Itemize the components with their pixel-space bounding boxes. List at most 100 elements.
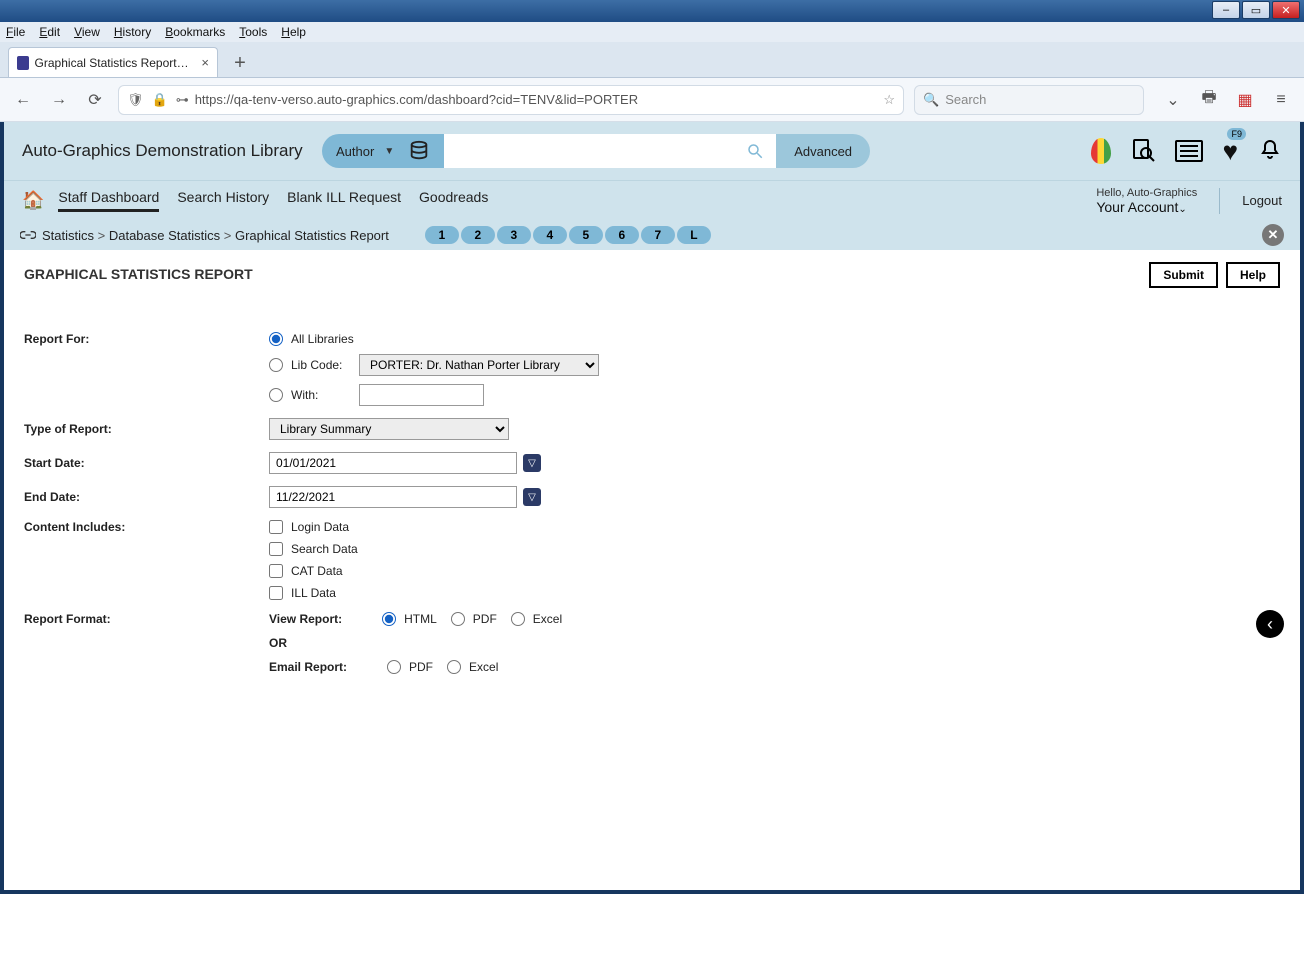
view-radio-excel[interactable]: Excel: [511, 612, 562, 626]
email-report-label: Email Report:: [269, 660, 347, 674]
window-maximize-button[interactable]: ▭: [1242, 1, 1270, 19]
browser-tabstrip: Graphical Statistics Report | TEN… × +: [0, 42, 1304, 78]
page-button-7[interactable]: 7: [641, 226, 675, 244]
balloon-icon[interactable]: [1091, 138, 1111, 164]
shield-icon: 🛡: [127, 92, 144, 108]
logout-link[interactable]: Logout: [1242, 193, 1282, 208]
browser-menu-file[interactable]: File: [6, 25, 25, 39]
chevron-down-icon: ⌄: [1178, 204, 1186, 215]
print-icon[interactable]: 🖶: [1196, 87, 1222, 113]
browser-search-placeholder: Search: [945, 92, 986, 107]
checkbox-ill-data[interactable]: ILL Data: [269, 586, 358, 600]
submit-button[interactable]: Submit: [1149, 262, 1218, 288]
star-icon[interactable]: ☆: [883, 92, 895, 108]
opac-search-button[interactable]: [734, 134, 776, 168]
checkbox-label: CAT Data: [291, 564, 343, 578]
hamburger-icon[interactable]: ≡: [1268, 87, 1294, 113]
opac-search-input[interactable]: [444, 134, 734, 168]
chevron-down-icon: ▼: [384, 146, 394, 157]
search-category-select[interactable]: Author ▼: [322, 134, 444, 168]
back-button[interactable]: ←: [10, 87, 36, 113]
home-icon[interactable]: 🏠: [22, 190, 44, 211]
start-date-label: Start Date:: [24, 456, 269, 470]
page-button-1[interactable]: 1: [425, 226, 459, 244]
nav-tab-blank-ill-request[interactable]: Blank ILL Request: [287, 189, 401, 212]
browser-menu-edit[interactable]: Edit: [39, 25, 60, 39]
email-radio-pdf[interactable]: PDF: [387, 660, 433, 674]
divider: [1219, 188, 1220, 214]
page-button-6[interactable]: 6: [605, 226, 639, 244]
close-breadcrumb-button[interactable]: ✕: [1262, 224, 1284, 246]
page-button-2[interactable]: 2: [461, 226, 495, 244]
checkbox-cat-data[interactable]: CAT Data: [269, 564, 358, 578]
browser-menu-help[interactable]: Help: [281, 25, 306, 39]
advanced-search-button[interactable]: Advanced: [776, 134, 870, 168]
page-button-3[interactable]: 3: [497, 226, 531, 244]
end-date-picker-button[interactable]: ▽: [523, 488, 541, 506]
radio-with[interactable]: With:: [269, 388, 351, 402]
extension-icon[interactable]: ▦: [1232, 87, 1258, 113]
radio-all-libraries[interactable]: All Libraries: [269, 332, 599, 346]
window-titlebar: – ▭ ✕: [0, 0, 1304, 22]
browser-tab-active[interactable]: Graphical Statistics Report | TEN… ×: [8, 47, 218, 77]
your-account-menu[interactable]: Your Account⌄: [1096, 199, 1197, 215]
nav-tab-staff-dashboard[interactable]: Staff Dashboard: [58, 189, 159, 212]
tab-close-icon[interactable]: ×: [201, 55, 209, 70]
breadcrumb-item[interactable]: Graphical Statistics Report: [235, 228, 389, 243]
wishlist-badge: F9: [1227, 128, 1246, 140]
browser-menu-bookmarks[interactable]: Bookmarks: [165, 25, 225, 39]
address-bar[interactable]: 🛡 🔒 ⊶ ☆: [118, 85, 904, 115]
with-input[interactable]: [359, 384, 484, 406]
url-input[interactable]: [195, 92, 876, 107]
start-date-picker-button[interactable]: ▽: [523, 454, 541, 472]
opac-search-cluster: Author ▼ Advanced: [322, 134, 870, 168]
report-format-label: Report Format:: [24, 612, 269, 626]
or-label: OR: [269, 636, 287, 650]
breadcrumb-item[interactable]: Database Statistics: [109, 228, 220, 243]
window-minimize-button[interactable]: –: [1212, 1, 1240, 19]
email-radio-excel[interactable]: Excel: [447, 660, 498, 674]
search-icon: 🔍: [923, 92, 939, 108]
start-date-input[interactable]: [269, 452, 517, 474]
heart-icon[interactable]: ♥F9: [1223, 136, 1238, 167]
radio-lib-code[interactable]: Lib Code:: [269, 358, 351, 372]
window-close-button[interactable]: ✕: [1272, 1, 1300, 19]
content-includes-label: Content Includes:: [24, 520, 269, 534]
view-radio-pdf[interactable]: PDF: [451, 612, 497, 626]
breadcrumb-item[interactable]: Statistics: [42, 228, 94, 243]
collapse-panel-button[interactable]: ‹: [1256, 610, 1284, 638]
help-button[interactable]: Help: [1226, 262, 1280, 288]
browser-search-field[interactable]: 🔍 Search: [914, 85, 1144, 115]
nav-tab-search-history[interactable]: Search History: [177, 189, 269, 212]
nav-tab-goodreads[interactable]: Goodreads: [419, 189, 488, 212]
browser-menu-history[interactable]: History: [114, 25, 151, 39]
breadcrumb-separator: >: [220, 228, 235, 243]
radio-label: Excel: [469, 660, 498, 674]
database-icon[interactable]: [408, 140, 430, 162]
browser-menu-tools[interactable]: Tools: [239, 25, 267, 39]
type-of-report-select[interactable]: Library Summary: [269, 418, 509, 440]
magnify-doc-icon[interactable]: [1131, 138, 1155, 165]
page-button-5[interactable]: 5: [569, 226, 603, 244]
checkbox-search-data[interactable]: Search Data: [269, 542, 358, 556]
radio-label: With:: [291, 388, 351, 402]
new-tab-button[interactable]: +: [226, 49, 254, 77]
browser-menu-view[interactable]: View: [74, 25, 100, 39]
page-button-4[interactable]: 4: [533, 226, 567, 244]
bell-icon[interactable]: [1258, 138, 1282, 165]
app-header: Auto-Graphics Demonstration Library Auth…: [4, 122, 1300, 180]
chain-icon: [20, 229, 36, 241]
reload-button[interactable]: ⟳: [82, 87, 108, 113]
lists-icon[interactable]: [1175, 140, 1203, 162]
lib-code-select[interactable]: PORTER: Dr. Nathan Porter Library: [359, 354, 599, 376]
view-radio-html[interactable]: HTML: [382, 612, 437, 626]
radio-label: Lib Code:: [291, 358, 351, 372]
checkbox-login-data[interactable]: Login Data: [269, 520, 358, 534]
pocket-icon[interactable]: ⌄: [1160, 87, 1186, 113]
app-nav-row: 🏠 Staff Dashboard Search History Blank ILL…: [4, 180, 1300, 220]
forward-button[interactable]: →: [46, 87, 72, 113]
checkbox-label: ILL Data: [291, 586, 336, 600]
page-content: GRAPHICAL STATISTICS REPORT Submit Help …: [4, 250, 1300, 890]
end-date-input[interactable]: [269, 486, 517, 508]
page-button-L[interactable]: L: [677, 226, 711, 244]
